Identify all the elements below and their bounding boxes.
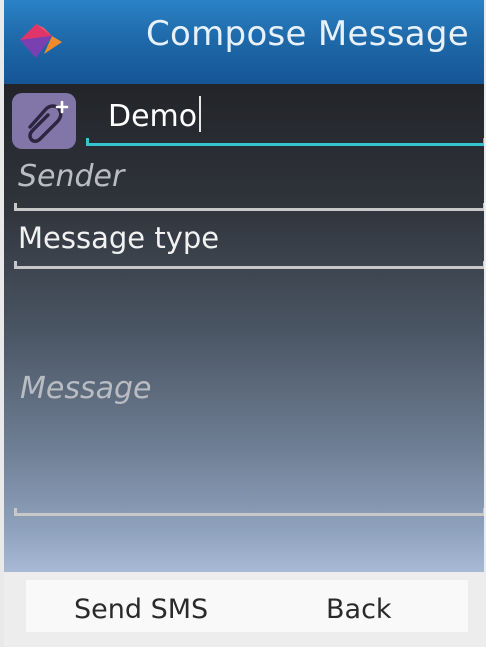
phone-screen: Compose Message Demo Sender Message type… — [0, 0, 486, 647]
paperclip-plus-icon — [28, 100, 69, 143]
title-bar: Compose Message — [4, 0, 484, 84]
recipient-value: Demo — [108, 99, 198, 134]
page-title: Compose Message — [146, 14, 470, 54]
recipient-input[interactable]: Demo — [108, 96, 202, 134]
text-cursor — [199, 96, 202, 132]
softkey-bar: Send SMS Back — [4, 572, 484, 647]
back-button[interactable]: Back — [326, 594, 392, 625]
app-logo-icon — [20, 24, 62, 58]
recipient-underline — [86, 138, 484, 146]
sender-underline — [14, 203, 484, 211]
message-underline — [14, 508, 484, 516]
sender-field[interactable]: Sender — [18, 159, 124, 194]
softkey-panel: Send SMS Back — [26, 580, 468, 632]
message-field[interactable]: Message — [20, 371, 151, 406]
send-sms-button[interactable]: Send SMS — [74, 594, 208, 625]
message-type-underline — [14, 261, 484, 269]
attach-button[interactable] — [12, 93, 76, 149]
message-type-field[interactable]: Message type — [18, 221, 219, 255]
